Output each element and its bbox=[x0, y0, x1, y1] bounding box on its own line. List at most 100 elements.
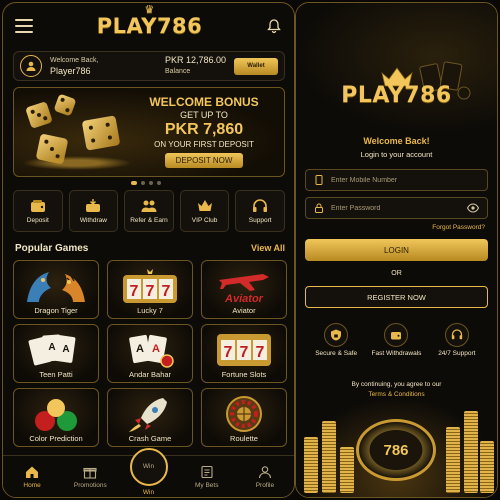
wallet-icon bbox=[30, 199, 45, 212]
carousel-dot[interactable] bbox=[131, 181, 137, 185]
game-tile-roulette[interactable]: Roulette bbox=[201, 388, 287, 447]
or-divider: OR bbox=[391, 270, 402, 277]
win-icon: Win bbox=[129, 447, 168, 486]
crown-icon bbox=[197, 199, 212, 211]
home-screen: ♛ PLAY786 Welcome Back, Player786 PKR 12… bbox=[2, 2, 295, 498]
plane-icon: Aviator bbox=[219, 274, 269, 305]
deposit-action[interactable]: Deposit bbox=[13, 190, 63, 232]
action-label: Support bbox=[248, 216, 272, 224]
wallet-icon bbox=[391, 332, 402, 340]
roulette-icon bbox=[226, 396, 262, 432]
game-tile-fortune-slots[interactable]: 7 7 7 Fortune Slots bbox=[201, 324, 287, 383]
svg-text:A: A bbox=[152, 343, 160, 355]
carousel-dot[interactable] bbox=[149, 181, 153, 185]
game-tile-aviator[interactable]: Aviator Aviator bbox=[201, 260, 287, 319]
svg-text:7: 7 bbox=[162, 283, 171, 300]
wallet-button[interactable]: Wallet bbox=[234, 57, 278, 75]
eye-icon[interactable] bbox=[467, 203, 479, 213]
svg-text:7: 7 bbox=[224, 344, 233, 361]
feature-fast-withdrawals: Fast Withdrawals bbox=[370, 323, 422, 358]
svg-text:A: A bbox=[48, 342, 55, 353]
game-tile-andar-bahar[interactable]: A A Andar Bahar bbox=[107, 324, 193, 383]
game-name: Fortune Slots bbox=[221, 370, 267, 379]
welcome-bonus-banner[interactable]: WELCOME BONUS GET UP TO PKR 7,860 ON YOU… bbox=[13, 87, 285, 177]
support-action[interactable]: Support bbox=[235, 190, 285, 232]
coin-stack bbox=[464, 411, 478, 493]
game-name: Crash Game bbox=[128, 434, 172, 443]
refer-earn-action[interactable]: Refer & Earn bbox=[124, 190, 174, 232]
svg-text:7: 7 bbox=[130, 283, 139, 300]
game-name: Teen Patti bbox=[39, 370, 73, 379]
vip-club-action[interactable]: VIP Club bbox=[179, 190, 230, 232]
login-screen: PLAY786 Welcome Back! Login to your acco… bbox=[295, 2, 498, 498]
nav-win[interactable]: Win Win bbox=[119, 447, 177, 497]
nav-home[interactable]: Home bbox=[3, 456, 61, 497]
nav-label: Win bbox=[142, 488, 155, 496]
app-logo[interactable]: ♛ PLAY786 bbox=[97, 3, 203, 38]
login-button[interactable]: LOGIN bbox=[305, 239, 488, 261]
view-all-link[interactable]: View All bbox=[251, 243, 285, 254]
forgot-password-link[interactable]: Forgot Password? bbox=[432, 224, 485, 231]
action-label: Withdraw bbox=[79, 216, 107, 224]
coins-decoration: 786 bbox=[296, 397, 497, 497]
nav-profile[interactable]: Profile bbox=[236, 456, 294, 497]
casino-chip-icon: 786 bbox=[356, 419, 436, 481]
feature-support: 24/7 Support bbox=[431, 323, 483, 358]
chip-text: 786 bbox=[383, 441, 409, 459]
game-tile-lucky-7[interactable]: 7 7 7 Lucky 7 bbox=[107, 260, 193, 319]
mobile-number-input[interactable] bbox=[331, 176, 479, 184]
game-tile-color-prediction[interactable]: Color Prediction bbox=[13, 388, 99, 447]
nav-my-bets[interactable]: My Bets bbox=[178, 456, 236, 497]
coin-stack bbox=[340, 447, 354, 493]
withdraw-action[interactable]: Withdraw bbox=[68, 190, 119, 232]
nav-label: My Bets bbox=[194, 481, 219, 489]
register-button-label: REGISTER NOW bbox=[367, 292, 426, 302]
game-tile-crash-game[interactable]: Crash Game bbox=[107, 388, 193, 447]
svg-text:Aviator: Aviator bbox=[224, 293, 264, 305]
svg-text:A: A bbox=[62, 344, 69, 355]
quick-actions: Deposit Withdraw Refer & Earn VIP Club S… bbox=[13, 190, 285, 232]
welcome-subtitle: Login to your account bbox=[360, 150, 433, 159]
app-logo: PLAY786 bbox=[296, 67, 497, 108]
nav-promotions[interactable]: Promotions bbox=[61, 456, 119, 497]
top-bar: ♛ PLAY786 bbox=[3, 3, 294, 49]
game-name: Andar Bahar bbox=[128, 370, 172, 379]
deposit-now-button[interactable]: DEPOSIT NOW bbox=[165, 153, 243, 168]
ticket-icon bbox=[201, 465, 213, 478]
balance-amount: PKR 12,786.00 bbox=[164, 55, 226, 65]
coin-stack bbox=[304, 437, 318, 493]
register-now-button[interactable]: REGISTER NOW bbox=[305, 286, 488, 308]
user-balance-bar: Welcome Back, Player786 PKR 12,786.00 Ba… bbox=[13, 51, 285, 81]
deposit-now-label: DEPOSIT NOW bbox=[175, 156, 233, 165]
menu-icon[interactable] bbox=[15, 19, 33, 33]
bell-icon[interactable] bbox=[266, 18, 282, 34]
carousel-dots bbox=[131, 181, 161, 185]
withdraw-icon bbox=[86, 198, 101, 212]
mobile-number-field[interactable] bbox=[305, 169, 488, 191]
nav-label: Home bbox=[23, 481, 41, 489]
dice-icon bbox=[25, 101, 53, 129]
coin-stack bbox=[480, 441, 494, 493]
dice-icon bbox=[53, 93, 77, 117]
banner-amount: PKR 7,860 bbox=[164, 121, 244, 138]
game-tile-dragon-tiger[interactable]: Dragon Tiger bbox=[13, 260, 99, 319]
svg-text:A: A bbox=[136, 343, 144, 355]
home-icon bbox=[26, 466, 39, 478]
password-field[interactable] bbox=[305, 197, 488, 219]
welcome-heading: Welcome Back! bbox=[363, 136, 430, 146]
cards-icon: A A bbox=[28, 334, 82, 366]
feature-label: Fast Withdrawals bbox=[371, 350, 422, 357]
carousel-dot[interactable] bbox=[141, 181, 145, 185]
game-name: Lucky 7 bbox=[137, 306, 163, 315]
game-tile-teen-patti[interactable]: A A Teen Patti bbox=[13, 324, 99, 383]
carousel-dot[interactable] bbox=[157, 181, 161, 185]
bottom-nav: Home Promotions Win Win My Bets Profile bbox=[3, 447, 294, 497]
nav-label: Promotions bbox=[73, 481, 107, 489]
svg-text:7: 7 bbox=[256, 344, 265, 361]
headset-icon bbox=[451, 329, 463, 340]
shield-lock-icon bbox=[331, 329, 342, 341]
win-icon-text: Win bbox=[142, 463, 155, 470]
password-input[interactable] bbox=[331, 204, 467, 212]
avatar[interactable] bbox=[20, 55, 42, 77]
user-icon bbox=[26, 61, 36, 71]
